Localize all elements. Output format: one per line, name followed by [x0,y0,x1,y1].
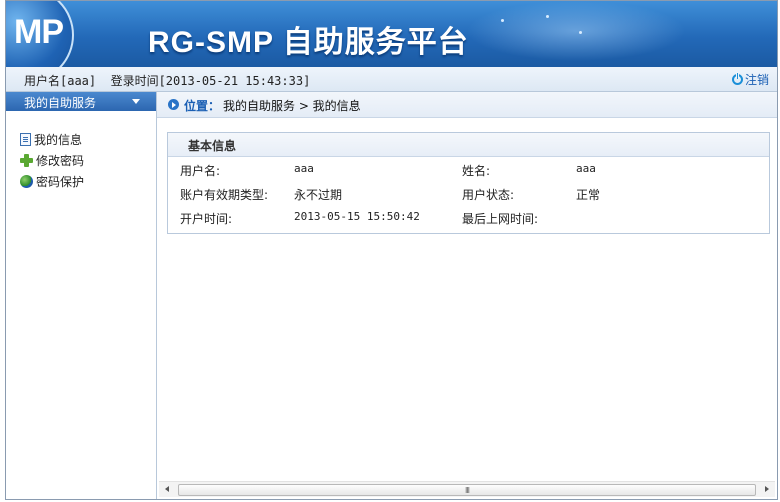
arrow-right-icon[interactable] [765,486,769,492]
power-icon [731,72,743,85]
banner-glow [466,1,686,61]
user-info-bar: 用户名[aaa] 登录时间[2013-05-21 15:43:33] 注销 [6,67,777,92]
app-window: MP RG-SMP 自助服务平台 用户名[aaa] 登录时间[2013-05-2… [5,0,778,500]
field-label: 账户有效期类型: [180,188,269,202]
sidebar-item-change-password[interactable]: 修改密码 [20,150,84,171]
logo: MP [6,1,74,67]
sidebar-menu: 我的信息 修改密码 密码保护 [20,129,84,192]
table-row: 开户时间: 2013-05-15 15:50:42 最后上网时间: [168,205,769,229]
arrow-right-icon [168,99,179,110]
breadcrumb-label: 位置： [184,99,221,113]
sidebar-item-label: 修改密码 [36,154,85,168]
field-value: 正常 [576,188,601,202]
breadcrumb-path: 我的自助服务 > 我的信息 [223,99,361,113]
scrollbar-grip: III [464,486,470,495]
logout-link[interactable]: 注销 [731,71,769,88]
panel-title: 基本信息 [188,139,237,153]
table-row: 用户名: aaa 姓名: aaa [168,157,769,181]
app-title: RG-SMP 自助服务平台 [148,26,469,59]
logo-text: MP [14,13,64,51]
banner-sparkle [546,15,549,18]
sidebar-item-label: 密码保护 [36,175,85,189]
panel-header: 基本信息 [168,133,769,157]
banner-sparkle [579,31,582,34]
main-content: 位置： 我的自助服务 > 我的信息 基本信息 用户名: aaa 姓名: aaa … [157,92,777,499]
field-label: 用户状态: [462,188,515,202]
info-table: 用户名: aaa 姓名: aaa 账户有效期类型: 永不过期 用户状态: 正常 … [168,157,769,229]
plus-icon [20,154,33,167]
field-label: 用户名: [180,164,221,178]
arrow-left-icon[interactable] [165,486,169,492]
user-login-info: 用户名[aaa] 登录时间[2013-05-21 15:43:33] [24,74,311,88]
sidebar-header[interactable]: 我的自助服务 [6,92,156,111]
sidebar-item-my-info[interactable]: 我的信息 [20,129,84,150]
table-row: 账户有效期类型: 永不过期 用户状态: 正常 [168,181,769,205]
field-value: aaa [576,162,596,175]
field-label: 开户时间: [180,212,233,226]
sidebar-item-label: 我的信息 [34,133,83,147]
field-label: 姓名: [462,164,491,178]
sidebar: 我的自助服务 我的信息 修改密码 密码保护 [6,92,157,499]
banner-sparkle [501,19,504,22]
chevron-down-icon [132,99,140,104]
globe-icon [20,175,33,188]
field-value: aaa [294,162,314,175]
breadcrumb: 位置： 我的自助服务 > 我的信息 [157,92,777,118]
sidebar-header-label: 我的自助服务 [24,96,97,110]
field-value: 永不过期 [294,188,343,202]
basic-info-panel: 基本信息 用户名: aaa 姓名: aaa 账户有效期类型: 永不过期 用户状态… [167,132,770,234]
logout-label: 注销 [744,73,769,87]
scrollbar-thumb[interactable]: III [178,484,756,496]
horizontal-scrollbar[interactable]: III [159,481,775,497]
field-value: 2013-05-15 15:50:42 [294,210,420,223]
sidebar-item-password-protection[interactable]: 密码保护 [20,171,84,192]
document-icon [20,133,31,146]
field-label: 最后上网时间: [462,212,539,226]
header-banner: MP RG-SMP 自助服务平台 [6,1,777,67]
